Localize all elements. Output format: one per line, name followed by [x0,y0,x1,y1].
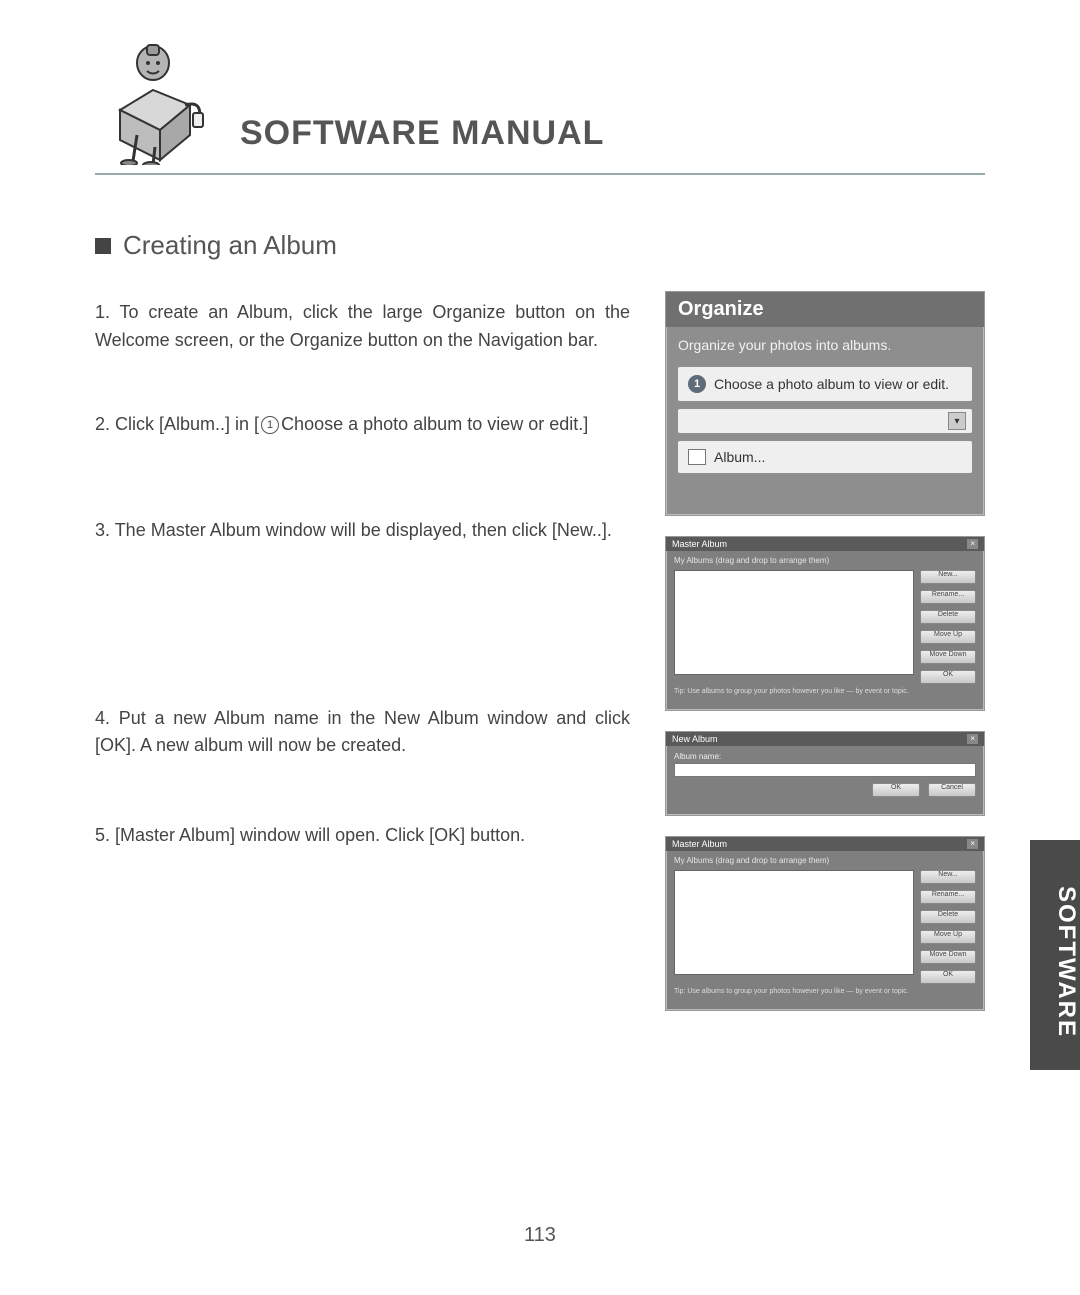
move-up-button[interactable]: Move Up [920,930,976,944]
chevron-down-icon: ▾ [948,412,966,430]
master-album-titlebar: Master Album × [666,837,984,851]
step-badge-icon: 1 [688,375,706,393]
master-album-title: Master Album [672,839,727,849]
master-album-desc: My Albums (drag and drop to arrange them… [666,551,984,570]
master-album-tip: Tip: Use albums to group your photos how… [666,984,984,999]
album-button[interactable]: Album... [678,441,972,473]
step-2-post: Choose a photo album to view or edit.] [281,414,588,434]
bullet-square-icon [95,238,111,254]
rename-button[interactable]: Rename... [920,590,976,604]
step-5: 5. [Master Album] window will open. Clic… [95,822,630,850]
organize-title: Organize [666,292,984,327]
new-album-titlebar: New Album × [666,732,984,746]
section-side-tab: SOFTWARE [1030,840,1080,1070]
delete-button[interactable]: Delete [920,610,976,624]
step-3: 3. The Master Album window will be displ… [95,517,630,545]
close-icon[interactable]: × [967,839,978,849]
master-album-title: Master Album [672,539,727,549]
album-button-label: Album... [714,449,765,465]
rename-button[interactable]: Rename... [920,890,976,904]
album-listbox[interactable] [674,570,914,675]
album-dropdown[interactable]: ▾ [678,409,972,433]
page-title: SOFTWARE MANUAL [240,114,604,165]
new-album-title: New Album [672,734,718,744]
mascot-illustration [95,35,215,165]
organize-panel-screenshot: Organize Organize your photos into album… [665,291,985,516]
instruction-steps: 1. To create an Album, click the large O… [95,291,630,1011]
master-album-desc: My Albums (drag and drop to arrange them… [666,851,984,870]
new-button[interactable]: New... [920,570,976,584]
move-up-button[interactable]: Move Up [920,630,976,644]
ok-button[interactable]: OK [920,970,976,984]
ok-button[interactable]: OK [920,670,976,684]
organize-choose-row: 1 Choose a photo album to view or edit. [678,367,972,401]
ok-button[interactable]: OK [872,783,920,797]
album-name-label: Album name: [674,750,976,763]
section-heading-text: Creating an Album [123,230,337,261]
move-down-button[interactable]: Move Down [920,650,976,664]
master-album-window-screenshot: Master Album × My Albums (drag and drop … [665,536,985,711]
section-heading: Creating an Album [95,230,985,261]
step-2: 2. Click [Album..] in [1Choose a photo a… [95,411,630,439]
master-album-window-screenshot-2: Master Album × My Albums (drag and drop … [665,836,985,1011]
cancel-button[interactable]: Cancel [928,783,976,797]
new-album-window-screenshot: New Album × Album name: OK Cancel [665,731,985,816]
step-4: 4. Put a new Album name in the New Album… [95,705,630,761]
album-name-input[interactable] [674,763,976,777]
page-number: 113 [0,1224,1080,1247]
master-album-titlebar: Master Album × [666,537,984,551]
close-icon[interactable]: × [967,539,978,549]
close-icon[interactable]: × [967,734,978,744]
step-2-pre: 2. Click [Album..] in [ [95,414,259,434]
move-down-button[interactable]: Move Down [920,950,976,964]
delete-button[interactable]: Delete [920,910,976,924]
album-listbox[interactable] [674,870,914,975]
organize-choose-text: Choose a photo album to view or edit. [714,376,949,392]
step-1: 1. To create an Album, click the large O… [95,299,630,355]
document-icon [688,449,706,465]
master-album-tip: Tip: Use albums to group your photos how… [666,684,984,699]
circled-one-icon: 1 [261,416,279,434]
new-button[interactable]: New... [920,870,976,884]
organize-subtitle: Organize your photos into albums. [666,327,984,367]
page-header: SOFTWARE MANUAL [95,35,985,175]
